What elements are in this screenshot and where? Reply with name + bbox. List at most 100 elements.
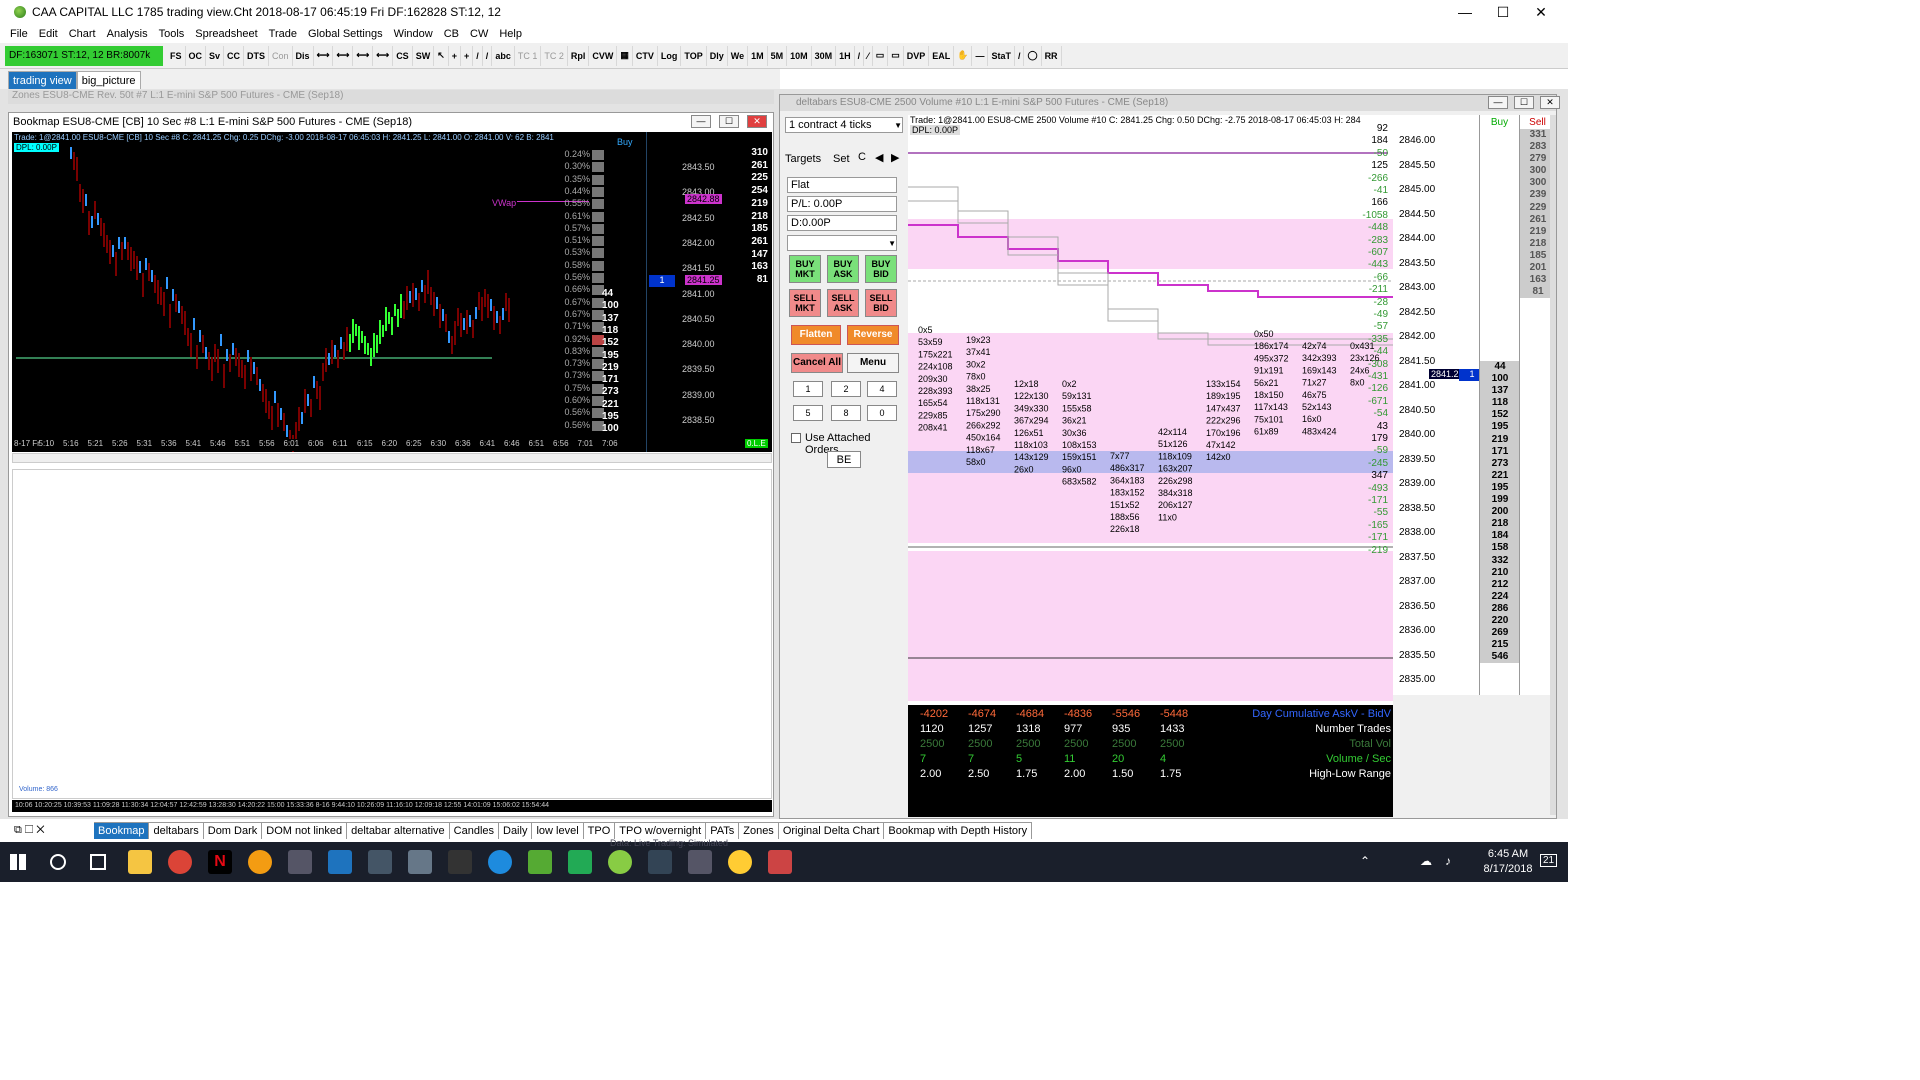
window-tab-pats[interactable]: PATs [706, 821, 740, 839]
be-button[interactable]: BE [827, 451, 861, 468]
buy-ask-button[interactable]: BUY ASK [827, 255, 859, 283]
account-select[interactable]: ▼ [787, 235, 897, 251]
qty-2-button[interactable]: 2 [831, 381, 861, 397]
window-tab-deltabars[interactable]: deltabars [149, 821, 204, 839]
network-icon[interactable]: ☁ [1420, 854, 1432, 868]
toolbar-button[interactable]: 1M [748, 45, 768, 66]
window-tab-low-level[interactable]: low level [532, 821, 584, 839]
window-tab-tpo-w-overnight[interactable]: TPO w/overnight [615, 821, 707, 839]
bookmap-minimize-button[interactable]: — [691, 115, 711, 128]
reverse-button[interactable]: Reverse [847, 325, 899, 345]
window-tab-dom-dark[interactable]: Dom Dark [203, 821, 263, 839]
window-tab-bookmap-with-depth-history[interactable]: Bookmap with Depth History [884, 821, 1033, 839]
window-tab-tpo[interactable]: TPO [583, 821, 616, 839]
volume-icon[interactable]: ♪ [1445, 854, 1451, 868]
edge-icon[interactable] [328, 850, 352, 874]
qty-0-button[interactable]: 0 [867, 405, 897, 421]
menu-edit[interactable]: Edit [39, 28, 58, 40]
app-icon[interactable] [288, 850, 312, 874]
toolbar-button[interactable]: CS [393, 45, 413, 66]
toolbar-button[interactable]: Sv [206, 45, 225, 66]
tab-big-picture[interactable]: big_picture [76, 71, 141, 89]
buy-mkt-button[interactable]: BUY MKT [789, 255, 821, 283]
footprint-chart[interactable]: Trade: 1@2841.00 ESU8-CME 2500 Volume #1… [908, 115, 1393, 705]
toolbar-button[interactable]: CC [224, 45, 245, 66]
flatten-button[interactable]: Flatten [791, 325, 841, 345]
file-explorer-icon[interactable] [128, 850, 152, 874]
tab-set[interactable]: Set [833, 153, 850, 165]
toolbar-button[interactable]: ▭ [873, 45, 889, 66]
deltabars-maximize-button[interactable]: ☐ [1514, 96, 1534, 109]
tab-trading-view[interactable]: trading view [8, 71, 77, 89]
toolbar-button[interactable]: Dis [293, 45, 314, 66]
toolbar-button[interactable]: ⟷ [314, 45, 334, 66]
toolbar-button[interactable]: ▭ [888, 45, 904, 66]
tab-left-arrow-icon[interactable]: ◀ [875, 151, 883, 164]
app-icon[interactable] [488, 850, 512, 874]
toolbar-button[interactable]: ⟷ [333, 45, 354, 66]
qty-4-button[interactable]: 4 [867, 381, 897, 397]
toolbar-button[interactable]: abc [492, 45, 515, 66]
buy-bid-button[interactable]: BUY BID [865, 255, 897, 283]
menu-analysis[interactable]: Analysis [107, 28, 148, 40]
toolbar-button[interactable]: TC 1 [515, 45, 542, 66]
bookmap-caption[interactable]: Bookmap ESU8-CME [CB] 10 Sec #8 L:1 E-mi… [9, 113, 773, 131]
cancel-all-button[interactable]: Cancel All [791, 353, 843, 373]
menu-global-settings[interactable]: Global Settings [308, 28, 383, 40]
toolbar-button[interactable]: SW [413, 45, 435, 66]
media-player-icon[interactable] [248, 850, 272, 874]
maximize-button[interactable]: ☐ [1484, 0, 1522, 24]
window-tab-original-delta-chart[interactable]: Original Delta Chart [778, 821, 885, 839]
app-icon[interactable] [768, 850, 792, 874]
search-icon[interactable] [50, 854, 66, 870]
deltabars-caption[interactable]: deltabars ESU8-CME 2500 Volume #10 L:1 E… [780, 95, 1556, 111]
minimize-button[interactable]: — [1446, 0, 1484, 24]
window-tab-dom-not-linked[interactable]: DOM not linked [262, 821, 348, 839]
toolbar-button[interactable]: ▦ [617, 45, 633, 66]
toolbar-button[interactable]: 30M [812, 45, 837, 66]
toolbar-button[interactable]: ↖ [434, 45, 449, 66]
menu-button[interactable]: Menu [847, 353, 899, 373]
trading-app-icon[interactable] [608, 850, 632, 874]
close-button[interactable]: ✕ [1522, 0, 1560, 24]
toolbar-button[interactable]: Rpl [568, 45, 590, 66]
chrome-icon[interactable] [168, 850, 192, 874]
sell-ask-button[interactable]: SELL ASK [827, 289, 859, 317]
toolbar-button[interactable]: CTV [633, 45, 658, 66]
bookmap-scrollbar[interactable] [12, 453, 772, 463]
qty-8-button[interactable]: 8 [831, 405, 861, 421]
toolbar-button[interactable]: StaT [988, 45, 1015, 66]
toolbar-button[interactable]: We [728, 45, 749, 66]
toolbar-button[interactable]: ⁄ [864, 45, 873, 66]
bookmap-maximize-button[interactable]: ☐ [719, 115, 739, 128]
toolbar-button[interactable]: — [972, 45, 989, 66]
chevron-up-icon[interactable]: ⌃ [1360, 854, 1370, 868]
netflix-icon[interactable]: N [208, 850, 232, 874]
toolbar-button[interactable]: / [483, 45, 493, 66]
toolbar-button[interactable]: + [461, 45, 474, 66]
start-windows-icon[interactable] [10, 854, 26, 870]
restore-icon[interactable]: ⧉ ☐ ✕ [8, 824, 94, 837]
toolbar-button[interactable]: ⟷ [353, 45, 374, 66]
deltabars-scrollbar[interactable] [1550, 115, 1556, 815]
toolbar-button[interactable]: DTS [244, 45, 270, 66]
bookmap-chart[interactable]: Trade: 1@2841.00 ESU8-CME [CB] 10 Sec #8… [12, 132, 772, 452]
sell-bid-button[interactable]: SELL BID [865, 289, 897, 317]
menu-cb[interactable]: CB [444, 28, 459, 40]
toolbar-button[interactable]: EAL [929, 45, 955, 66]
menu-window[interactable]: Window [394, 28, 433, 40]
app-icon[interactable] [568, 850, 592, 874]
window-tab-deltabar-alternative[interactable]: deltabar alternative [347, 821, 450, 839]
toolbar-button[interactable]: / [473, 45, 483, 66]
toolbar-button[interactable]: / [855, 45, 865, 66]
menu-cw[interactable]: CW [470, 28, 488, 40]
buy-column[interactable]: Buy 44 100 137 118 152 195 219 171 273 221 195 199 2… [1479, 115, 1520, 695]
notification-icon[interactable]: 21 [1540, 854, 1558, 867]
toolbar-button[interactable]: Con [269, 45, 293, 66]
app-icon[interactable] [728, 850, 752, 874]
toolbar-button[interactable]: 10M [787, 45, 812, 66]
app-icon[interactable] [688, 850, 712, 874]
attached-orders-checkbox[interactable] [791, 433, 801, 443]
sell-mkt-button[interactable]: SELL MKT [789, 289, 821, 317]
qty-1-button[interactable]: 1 [793, 381, 823, 397]
